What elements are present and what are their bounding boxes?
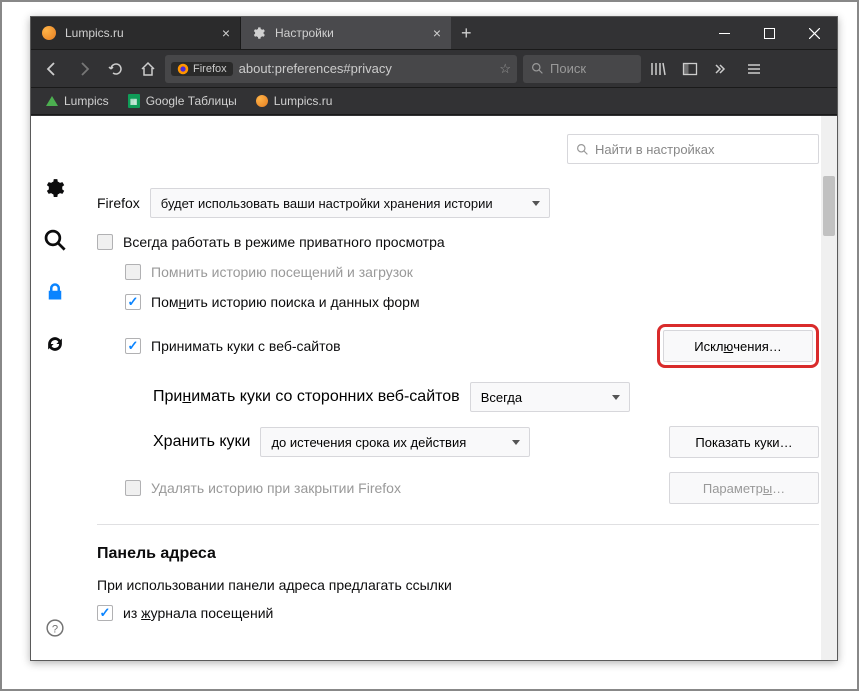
close-button[interactable] xyxy=(792,17,837,49)
bookmark-sheets[interactable]: ▦ Google Таблицы xyxy=(119,92,245,110)
clear-settings-button: Параметры… xyxy=(669,472,819,504)
always-private-row: Всегда работать в режиме приватного прос… xyxy=(97,234,819,250)
titlebar: Lumpics.ru × Настройки × + xyxy=(31,17,837,49)
keep-cookies-row: Хранить куки до истечения срока их дейст… xyxy=(97,426,819,458)
bookmark-lumpics[interactable]: Lumpics xyxy=(37,92,117,110)
window-controls xyxy=(702,17,837,49)
search-pref-icon[interactable] xyxy=(43,228,67,252)
checkbox-label: Помнить историю поиска и данных форм xyxy=(151,294,420,310)
tab-label: Настройки xyxy=(275,26,425,40)
help-icon[interactable]: ? xyxy=(43,616,67,640)
checkbox-label: из журнала посещений xyxy=(123,605,273,621)
content-area: ? Найти в настройках Firefox будет испол… xyxy=(31,116,837,660)
select-value: до истечения срока их действия xyxy=(271,435,466,450)
firefox-label: Firefox xyxy=(97,195,140,211)
forward-button[interactable] xyxy=(69,55,99,83)
menu-button[interactable] xyxy=(739,55,769,83)
general-icon[interactable] xyxy=(43,176,67,200)
addressbar-desc: При использовании панели адреса предлага… xyxy=(97,577,819,593)
remember-search-checkbox[interactable] xyxy=(125,294,141,310)
close-icon[interactable]: × xyxy=(222,25,230,41)
keep-label: Хранить куки xyxy=(153,433,250,451)
scrollbar-thumb[interactable] xyxy=(823,176,835,236)
favicon-lumpics xyxy=(41,25,57,41)
reload-button[interactable] xyxy=(101,55,131,83)
highlight-frame: Исключения… xyxy=(657,324,819,368)
search-placeholder: Найти в настройках xyxy=(595,142,715,157)
third-party-label: Принимать куки со сторонних веб-сайтов xyxy=(153,388,460,406)
third-party-select[interactable]: Всегда xyxy=(470,382,630,412)
remember-history-checkbox[interactable] xyxy=(125,264,141,280)
show-cookies-button[interactable]: Показать куки… xyxy=(669,426,819,458)
privacy-icon[interactable] xyxy=(43,280,67,304)
overflow-button[interactable] xyxy=(707,55,737,83)
back-button[interactable] xyxy=(37,55,67,83)
history-mode-select[interactable]: будет использовать ваши настройки хранен… xyxy=(150,188,550,218)
section-divider xyxy=(97,524,819,525)
url-text: about:preferences#privacy xyxy=(239,61,494,76)
always-private-checkbox[interactable] xyxy=(97,234,113,250)
checkbox-label: Всегда работать в режиме приватного прос… xyxy=(123,234,445,250)
checkbox-label: Помнить историю посещений и загрузок xyxy=(151,264,413,280)
toolbar: Firefox about:preferences#privacy ☆ Поис… xyxy=(31,49,837,87)
favicon-lumpics xyxy=(255,94,269,108)
bookmark-star-icon[interactable]: ☆ xyxy=(499,61,511,77)
tabs-row: Lumpics.ru × Настройки × + xyxy=(31,17,702,49)
gdrive-icon xyxy=(45,94,59,108)
new-tab-button[interactable]: + xyxy=(451,23,482,44)
identity-badge: Firefox xyxy=(171,62,233,76)
history-mode-row: Firefox будет использовать ваши настройк… xyxy=(97,188,819,218)
url-bar[interactable]: Firefox about:preferences#privacy ☆ xyxy=(165,55,517,83)
preferences-sidebar: ? xyxy=(31,116,79,660)
bookmarks-bar: Lumpics ▦ Google Таблицы Lumpics.ru xyxy=(31,87,837,115)
search-input[interactable]: Поиск xyxy=(523,55,641,83)
select-value: будет использовать ваши настройки хранен… xyxy=(161,196,493,211)
third-party-row: Принимать куки со сторонних веб-сайтов В… xyxy=(97,382,819,412)
bookmark-label: Google Таблицы xyxy=(146,94,237,108)
svg-text:?: ? xyxy=(52,624,58,636)
history-suggestions-row: из журнала посещений xyxy=(97,605,819,621)
home-button[interactable] xyxy=(133,55,163,83)
library-button[interactable] xyxy=(643,55,673,83)
remember-search-row: Помнить историю поиска и данных форм xyxy=(97,294,819,310)
keep-until-select[interactable]: до истечения срока их действия xyxy=(260,427,530,457)
scrollbar[interactable] xyxy=(821,116,837,660)
clear-on-close-row: Удалять историю при закрытии Firefox Пар… xyxy=(97,472,819,504)
clear-on-close-checkbox[interactable] xyxy=(125,480,141,496)
checkbox-label: Удалять историю при закрытии Firefox xyxy=(151,480,401,496)
find-in-settings-input[interactable]: Найти в настройках xyxy=(567,134,819,164)
preferences-main: Найти в настройках Firefox будет использ… xyxy=(79,116,837,660)
bookmark-label: Lumpics xyxy=(64,94,109,108)
accept-cookies-row: Принимать куки с веб-сайтов Исключения… xyxy=(97,324,819,368)
sidebar-button[interactable] xyxy=(675,55,705,83)
accept-cookies-checkbox[interactable] xyxy=(125,338,141,354)
remember-history-row: Помнить историю посещений и загрузок xyxy=(97,264,819,280)
addressbar-heading: Панель адреса xyxy=(97,545,819,563)
exceptions-button[interactable]: Исключения… xyxy=(663,330,813,362)
sync-icon[interactable] xyxy=(43,332,67,356)
select-value: Всегда xyxy=(481,390,522,405)
minimize-button[interactable] xyxy=(702,17,747,49)
tab-settings[interactable]: Настройки × xyxy=(241,17,451,49)
close-icon[interactable]: × xyxy=(433,25,441,41)
tab-label: Lumpics.ru xyxy=(65,26,214,40)
bookmark-label: Lumpics.ru xyxy=(274,94,333,108)
badge-text: Firefox xyxy=(193,63,227,75)
search-placeholder: Поиск xyxy=(550,61,586,76)
gear-icon xyxy=(251,25,267,41)
tab-lumpics[interactable]: Lumpics.ru × xyxy=(31,17,241,49)
maximize-button[interactable] xyxy=(747,17,792,49)
history-suggestions-checkbox[interactable] xyxy=(97,605,113,621)
sheets-icon: ▦ xyxy=(127,94,141,108)
checkbox-label: Принимать куки с веб-сайтов xyxy=(151,338,341,354)
bookmark-lumpicsru[interactable]: Lumpics.ru xyxy=(247,92,341,110)
